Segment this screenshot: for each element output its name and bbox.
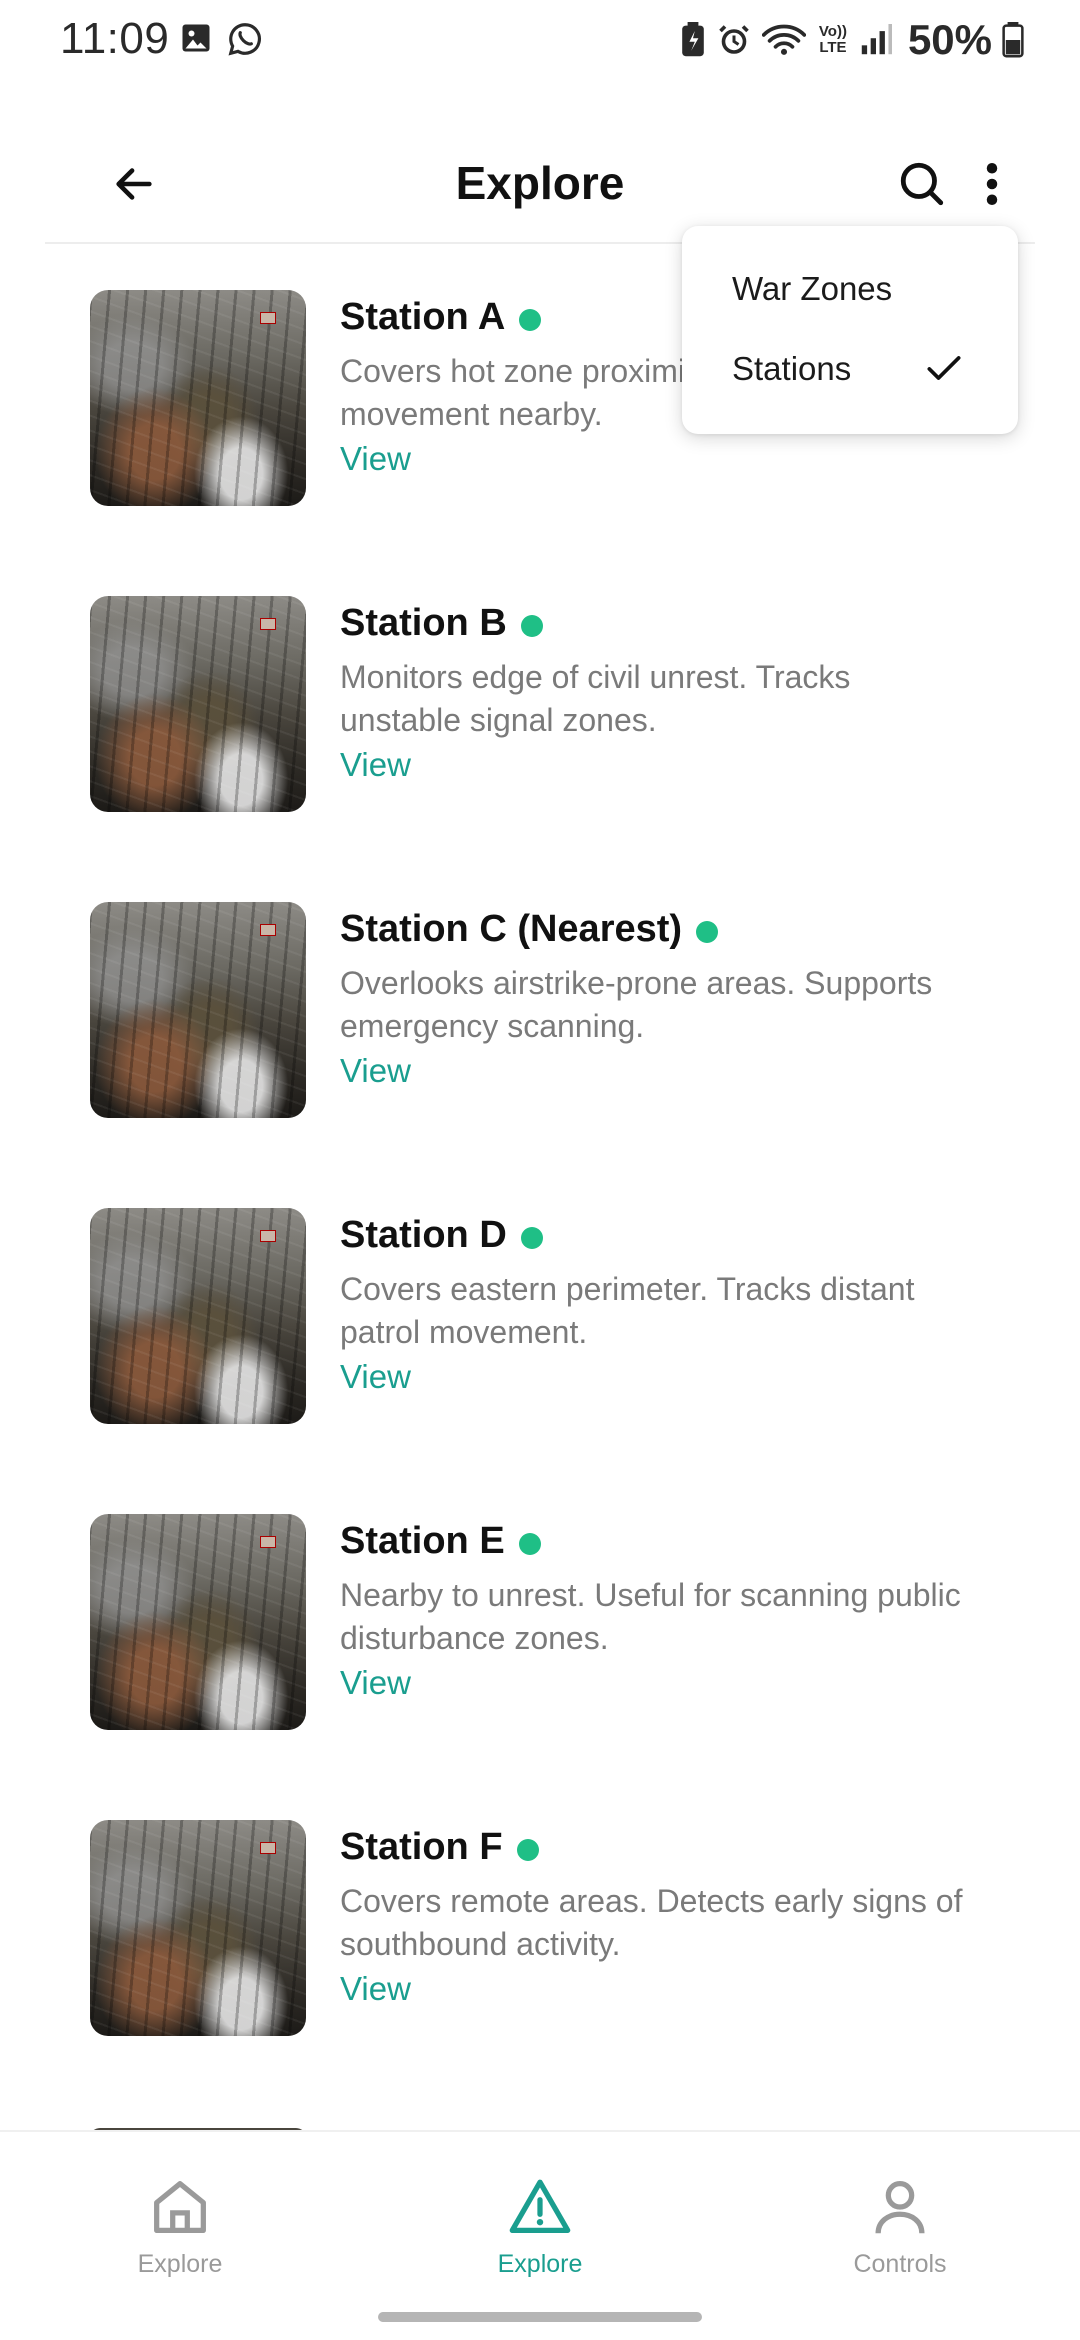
station-thumbnail [90, 1208, 306, 1424]
station-thumbnail [90, 596, 306, 812]
status-left-icons [178, 20, 264, 58]
station-description: Monitors edge of civil unrest. Tracks un… [340, 659, 851, 738]
signal-icon [860, 23, 892, 57]
station-title-row: Station E [340, 1520, 541, 1563]
station-thumbnail [90, 1514, 306, 1730]
menu-item-label: War Zones [732, 270, 893, 307]
status-time: 11:09 [60, 14, 170, 63]
nav-label: Controls [853, 2250, 947, 2278]
status-online-indicator [520, 614, 543, 637]
station-name: Station A [340, 296, 506, 338]
warning-icon [505, 2172, 575, 2242]
station-description: Overlooks airstrike-prone areas. Support… [340, 965, 933, 1044]
station-item[interactable]: Station F Covers remote areas. Detects e… [0, 1820, 1080, 2040]
bottom-navigation: Explore Explore Controls [0, 2130, 1080, 2340]
station-description: Covers eastern perimeter. Tracks distant… [340, 1271, 915, 1350]
status-online-indicator [516, 1838, 539, 1861]
battery-saver-icon [680, 22, 706, 58]
station-thumbnail [90, 1820, 306, 2036]
station-description: Covers remote areas. Detects early signs… [340, 1883, 963, 1962]
gallery-icon [178, 20, 214, 58]
more-vertical-icon [985, 161, 999, 212]
status-online-indicator [518, 1532, 541, 1555]
status-online-indicator [520, 1226, 543, 1249]
station-name: Station B [340, 602, 507, 644]
station-title-row: Station A [340, 296, 542, 339]
station-title-row: Station B [340, 602, 543, 645]
station-item[interactable]: Station B Monitors edge of civil unrest.… [0, 596, 1080, 816]
view-link[interactable]: View [340, 746, 411, 784]
nav-item-home[interactable]: Explore [60, 2172, 300, 2312]
alarm-icon [716, 22, 752, 58]
menu-item-label: Stations [732, 350, 852, 387]
station-thumbnail [90, 902, 306, 1118]
menu-item-war-zones[interactable]: War Zones [682, 250, 1018, 330]
home-icon [145, 2172, 215, 2242]
volte-icon: Vo)) LTE [818, 23, 847, 56]
station-name: Station D [340, 1214, 507, 1256]
home-indicator[interactable] [378, 2312, 702, 2322]
top-app-bar: Explore [0, 130, 1080, 240]
menu-item-stations[interactable]: Stations [682, 330, 1018, 410]
station-title-row: Station F [340, 1826, 539, 1869]
battery-icon [1002, 22, 1024, 58]
view-link[interactable]: View [340, 1970, 411, 2008]
screen: 11:09 Vo)) LTE 50% Explore Station A Cov… [0, 0, 1080, 2340]
station-thumbnail [90, 290, 306, 506]
search-button[interactable] [890, 154, 954, 218]
station-name: Station E [340, 1520, 505, 1562]
view-link[interactable]: View [340, 1052, 411, 1090]
filter-menu: War Zones Stations [682, 226, 1018, 434]
status-online-indicator [696, 920, 719, 943]
station-title-row: Station D [340, 1214, 543, 1257]
nav-item-explore[interactable]: Explore [420, 2172, 660, 2312]
user-icon [865, 2172, 935, 2242]
station-item[interactable]: Station E Nearby to unrest. Useful for s… [0, 1514, 1080, 1734]
nav-item-controls[interactable]: Controls [780, 2172, 1020, 2312]
battery-percent: 50% [907, 16, 992, 63]
station-item[interactable]: Station C (Nearest) Overlooks airstrike-… [0, 902, 1080, 1122]
view-link[interactable]: View [340, 1358, 411, 1396]
status-online-indicator [519, 308, 542, 331]
nav-label: Explore [137, 2250, 223, 2278]
status-bar: 11:09 Vo)) LTE 50% [0, 0, 1080, 84]
checkmark-icon [922, 346, 966, 390]
nav-label: Explore [497, 2250, 583, 2278]
search-icon [897, 159, 947, 214]
view-link[interactable]: View [340, 440, 411, 478]
view-link[interactable]: View [340, 1664, 411, 1702]
station-description: Nearby to unrest. Useful for scanning pu… [340, 1577, 961, 1656]
station-item[interactable]: Station D Covers eastern perimeter. Trac… [0, 1208, 1080, 1428]
wifi-icon [761, 22, 806, 58]
station-name: Station C (Nearest) [340, 908, 683, 950]
whatsapp-icon [226, 20, 264, 58]
station-title-row: Station C (Nearest) [340, 908, 719, 951]
station-name: Station F [340, 1826, 503, 1868]
status-right-icons: Vo)) LTE 50% [680, 16, 1024, 64]
more-options-button[interactable] [970, 154, 1014, 218]
